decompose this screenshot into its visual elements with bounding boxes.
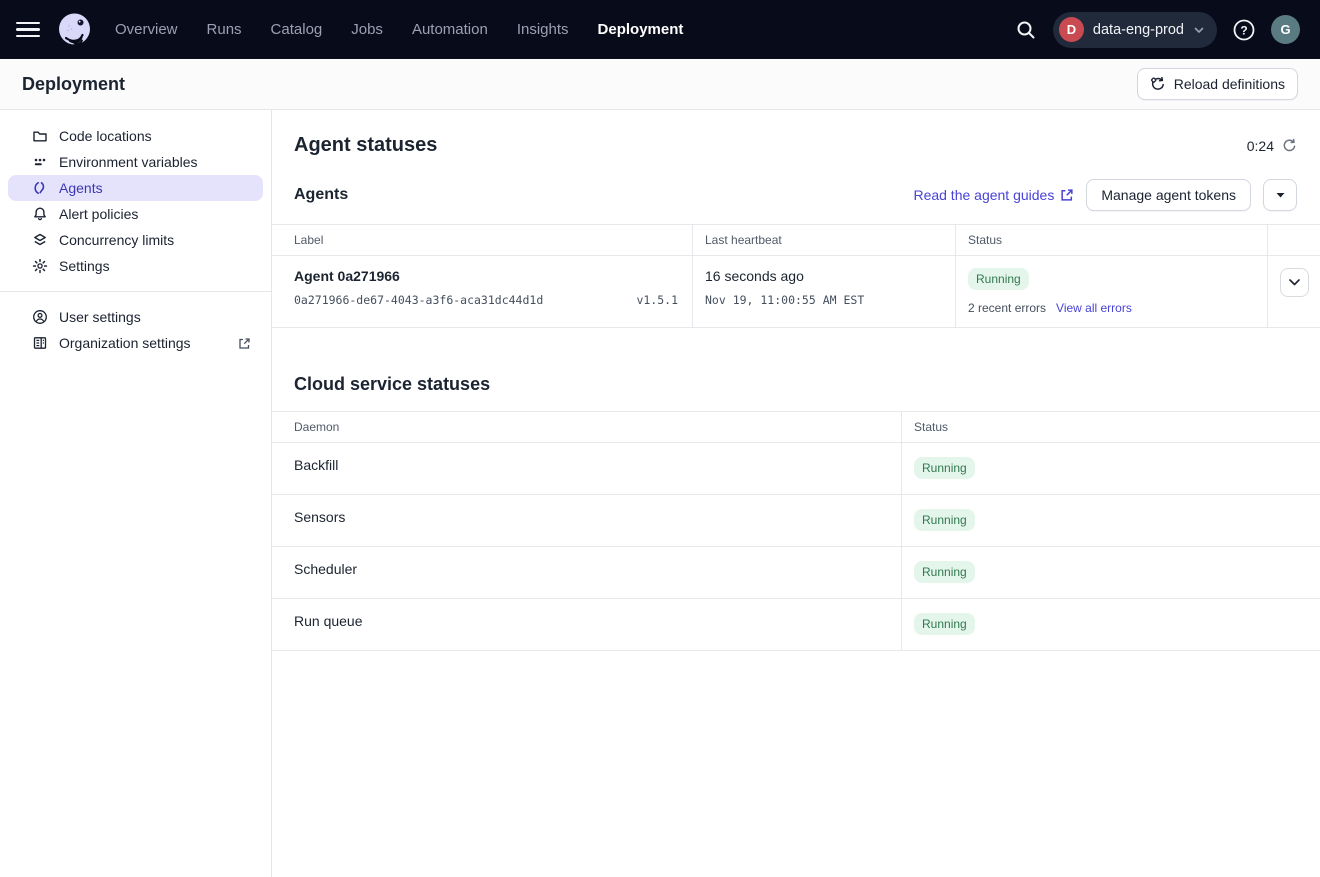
recent-errors-text: 2 recent errors	[968, 301, 1046, 315]
page-title: Deployment	[22, 74, 125, 95]
status-badge: Running	[914, 613, 975, 635]
caret-down-icon	[1276, 192, 1285, 198]
sidebar-item-label: Settings	[59, 258, 110, 274]
agent-statuses-title: Agent statuses	[294, 134, 437, 157]
deployment-selector[interactable]: D data-eng-prod	[1053, 12, 1217, 48]
bell-icon	[32, 206, 48, 222]
view-all-errors-link[interactable]: View all errors	[1056, 301, 1132, 315]
chevron-down-icon	[1193, 24, 1205, 36]
sidebar-item-environment-variables[interactable]: Environment variables	[8, 149, 263, 175]
sidebar-item-label: Organization settings	[59, 335, 191, 351]
page-header: Deployment Reload definitions	[0, 59, 1320, 110]
daemon-name: Sensors	[272, 495, 901, 546]
deployment-dot-badge: D	[1059, 17, 1084, 42]
agent-icon	[32, 180, 48, 196]
daemon-row-sensors: Sensors Running	[272, 495, 1320, 547]
status-badge: Running	[914, 561, 975, 583]
daemon-name: Backfill	[272, 443, 901, 494]
sidebar-item-user-settings[interactable]: User settings	[8, 304, 263, 330]
agent-name: Agent 0a271966	[294, 268, 680, 284]
status-badge: Running	[914, 457, 975, 479]
sidebar-item-label: Code locations	[59, 128, 152, 144]
nav-deployment[interactable]: Deployment	[598, 21, 684, 38]
reload-definitions-label: Reload definitions	[1174, 76, 1285, 92]
cloud-service-statuses-title: Cloud service statuses	[294, 374, 1297, 395]
agent-actions-dropdown-button[interactable]	[1263, 179, 1297, 211]
chevron-down-icon	[1289, 279, 1300, 286]
sidebar-item-concurrency-limits[interactable]: Concurrency limits	[8, 227, 263, 253]
sidebar-item-label: Agents	[59, 180, 103, 196]
agent-table-row: Agent 0a271966 0a271966-de67-4043-a3f6-a…	[272, 256, 1320, 328]
user-avatar[interactable]: G	[1271, 15, 1300, 44]
status-badge: Running	[968, 268, 1029, 290]
sidebar-item-organization-settings[interactable]: Organization settings	[8, 330, 263, 356]
sidebar-item-code-locations[interactable]: Code locations	[8, 123, 263, 149]
gear-icon	[32, 258, 48, 274]
manage-agent-tokens-button[interactable]: Manage agent tokens	[1086, 179, 1251, 211]
reload-definitions-button[interactable]: Reload definitions	[1137, 68, 1298, 100]
dagster-logo-icon[interactable]	[56, 11, 93, 48]
agents-table-header: Label Last heartbeat Status	[272, 225, 1320, 256]
nav-insights[interactable]: Insights	[517, 21, 569, 38]
heartbeat-relative: 16 seconds ago	[705, 268, 943, 284]
nav-automation[interactable]: Automation	[412, 21, 488, 38]
refresh-countdown-value: 0:24	[1247, 138, 1274, 154]
cloud-services-table: Daemon Status Backfill Running Sensors R…	[272, 411, 1320, 651]
top-navigation-bar: Overview Runs Catalog Jobs Automation In…	[0, 0, 1320, 59]
daemon-row-scheduler: Scheduler Running	[272, 547, 1320, 599]
daemon-name: Run queue	[272, 599, 901, 650]
nav-overview[interactable]: Overview	[115, 21, 178, 38]
col-label: Label	[272, 225, 692, 255]
help-icon[interactable]: ?	[1231, 17, 1257, 43]
sidebar-divider	[0, 291, 271, 292]
organization-icon	[32, 335, 48, 351]
sidebar-item-alert-policies[interactable]: Alert policies	[8, 201, 263, 227]
refresh-countdown: 0:24	[1247, 138, 1297, 154]
deployment-selector-label: data-eng-prod	[1093, 22, 1184, 38]
reload-icon	[1150, 76, 1166, 92]
search-icon[interactable]	[1013, 17, 1039, 43]
col-status: Status	[901, 412, 1320, 442]
sidebar-item-label: User settings	[59, 309, 141, 325]
nav-jobs[interactable]: Jobs	[351, 21, 383, 38]
daemon-row-run-queue: Run queue Running	[272, 599, 1320, 651]
agents-section-label: Agents	[294, 186, 348, 204]
col-actions	[1267, 225, 1320, 255]
daemon-row-backfill: Backfill Running	[272, 443, 1320, 495]
col-last-heartbeat: Last heartbeat	[692, 225, 955, 255]
primary-nav: Overview Runs Catalog Jobs Automation In…	[115, 21, 683, 38]
svg-text:?: ?	[1240, 23, 1247, 37]
agent-row-expand-button[interactable]	[1280, 268, 1309, 297]
read-agent-guides-link[interactable]: Read the agent guides	[913, 187, 1074, 203]
agent-id: 0a271966-de67-4043-a3f6-aca31dc44d1d	[294, 293, 543, 307]
nav-runs[interactable]: Runs	[207, 21, 242, 38]
folder-icon	[32, 128, 48, 144]
read-agent-guides-label: Read the agent guides	[913, 187, 1054, 203]
sidebar-item-settings[interactable]: Settings	[8, 253, 263, 279]
external-link-icon	[238, 337, 251, 350]
layers-icon	[32, 232, 48, 248]
sidebar-item-label: Concurrency limits	[59, 232, 174, 248]
refresh-icon[interactable]	[1282, 138, 1297, 153]
external-link-icon	[1060, 188, 1074, 202]
main-content: Agent statuses 0:24 Agents Read the agen…	[272, 110, 1320, 877]
agent-version: v1.5.1	[636, 293, 678, 307]
cloud-table-header: Daemon Status	[272, 412, 1320, 443]
env-vars-icon	[32, 154, 48, 170]
hamburger-menu-icon[interactable]	[16, 18, 40, 42]
status-badge: Running	[914, 509, 975, 531]
agents-table: Label Last heartbeat Status Agent 0a2719…	[272, 224, 1320, 328]
nav-catalog[interactable]: Catalog	[271, 21, 323, 38]
sidebar-item-label: Environment variables	[59, 154, 198, 170]
user-icon	[32, 309, 48, 325]
daemon-name: Scheduler	[272, 547, 901, 598]
sidebar-item-agents[interactable]: Agents	[8, 175, 263, 201]
col-status: Status	[955, 225, 1267, 255]
topnav-right-controls: D data-eng-prod ? G	[1013, 12, 1300, 48]
col-daemon: Daemon	[272, 412, 901, 442]
sidebar-item-label: Alert policies	[59, 206, 138, 222]
deployment-sidebar: Code locations Environment variables Age…	[0, 110, 272, 877]
heartbeat-absolute: Nov 19, 11:00:55 AM EST	[705, 293, 864, 307]
